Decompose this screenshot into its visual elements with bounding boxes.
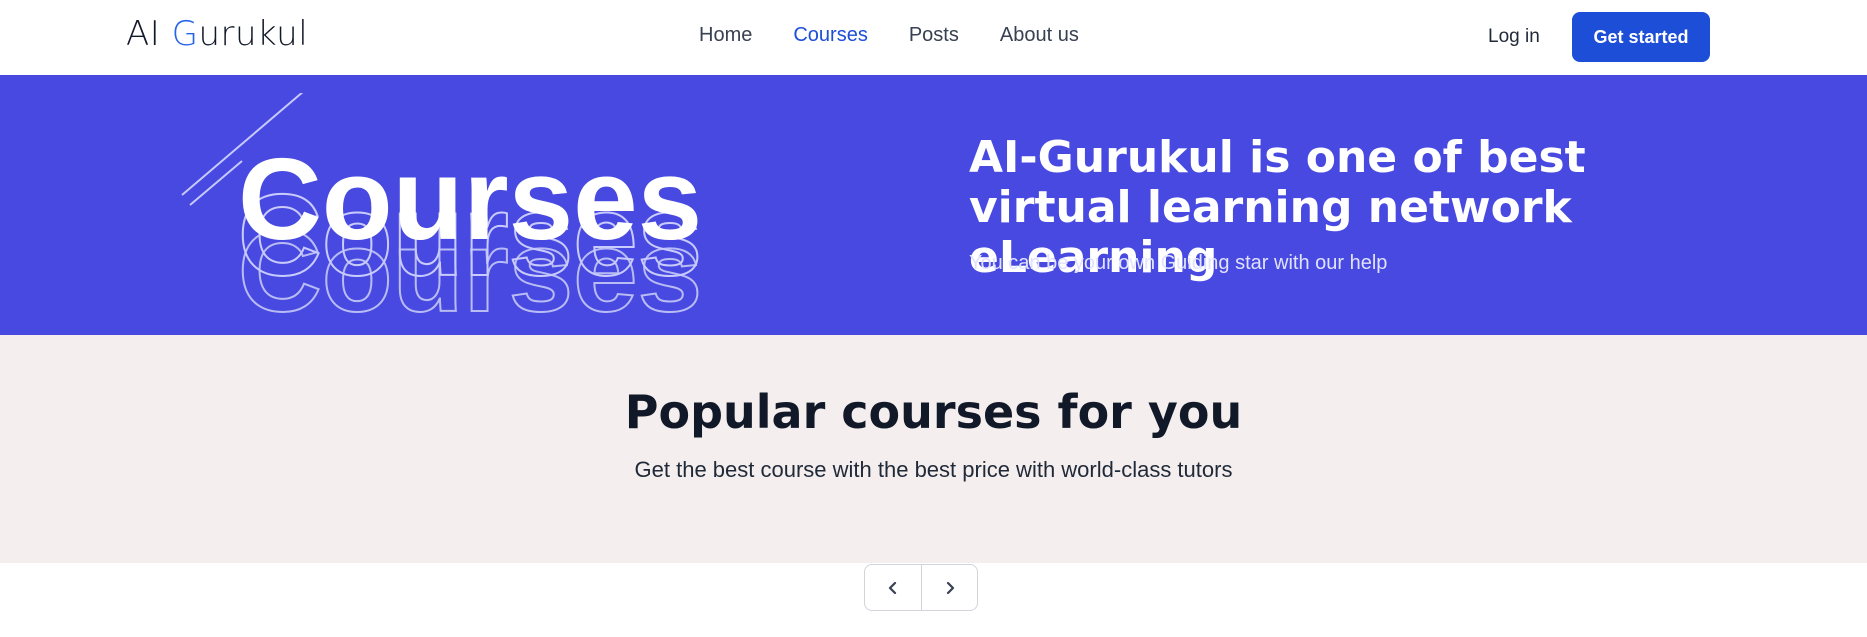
section-subtitle: Get the best course with the best price … — [634, 457, 1233, 482]
nav-about-us[interactable]: About us — [1000, 24, 1079, 47]
hero-banner: Courses Courses Courses AI-Gurukul is on… — [0, 75, 1867, 335]
prev-button[interactable] — [865, 565, 921, 610]
logo-g: G — [171, 14, 199, 54]
get-started-button[interactable]: Get started — [1572, 12, 1710, 62]
courses-illustration: Courses Courses Courses — [181, 93, 703, 313]
popular-courses-section: Popular courses for you Get the best cou… — [0, 335, 1867, 563]
nav-home[interactable]: Home — [699, 24, 752, 47]
decor-line-2 — [189, 160, 243, 206]
logo-prefix: AI — [126, 14, 172, 54]
art-word-solid: Courses — [238, 134, 702, 264]
nav-courses[interactable]: Courses — [793, 24, 867, 47]
site-header: AI Gurukul Home Courses Posts About us L… — [0, 0, 1867, 75]
logo-suffix: urukul — [198, 14, 309, 54]
login-link[interactable]: Log in — [1488, 26, 1540, 48]
section-title: Popular courses for you — [624, 385, 1243, 439]
main-nav: Home Courses Posts About us — [699, 24, 1079, 47]
carousel-pager — [864, 564, 978, 611]
chevron-left-icon — [888, 581, 897, 594]
chevron-right-icon — [946, 581, 954, 594]
nav-posts[interactable]: Posts — [909, 24, 959, 47]
logo[interactable]: AI Gurukul — [126, 14, 308, 54]
next-button[interactable] — [921, 565, 977, 610]
hero-subtitle: You can be your own Guiding star with ou… — [969, 252, 1388, 274]
